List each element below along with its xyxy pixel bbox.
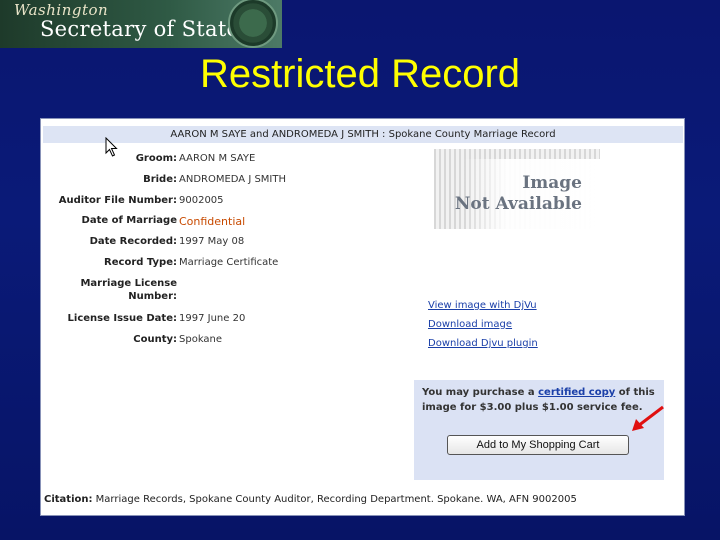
add-to-cart-button[interactable]: Add to My Shopping Cart [447, 435, 629, 455]
purchase-text: You may purchase a certified copy of thi… [422, 385, 660, 415]
red-arrow-icon [632, 405, 664, 431]
purchase-text-before: You may purchase a [422, 387, 539, 398]
sos-banner: Washington Secretary of State [0, 0, 282, 48]
mouse-cursor-icon [105, 137, 118, 157]
image-not-available-placeholder: Image Not Available [434, 149, 600, 229]
field-label: Date of Marriage [81, 215, 177, 226]
field-label: Number: [128, 291, 177, 302]
confidential-value: Confidential [179, 215, 246, 228]
not-available-label: Not Available [454, 194, 582, 214]
field-label: Record Type: [104, 257, 177, 268]
download-image-link[interactable]: Download image [428, 319, 512, 330]
purchase-box: You may purchase a certified copy of thi… [414, 380, 664, 480]
field-label: Date Recorded: [89, 236, 177, 247]
field-value: Spokane [179, 334, 223, 345]
field-value: 1997 May 08 [179, 236, 245, 247]
field-label: County: [133, 334, 177, 345]
page-title: Restricted Record [199, 52, 521, 96]
image-not-available-text: Image Not Available [434, 173, 600, 215]
certified-copy-link[interactable]: certified copy [538, 387, 615, 398]
image-label: Image [522, 173, 582, 193]
citation-text: Marriage Records, Spokane County Auditor… [92, 494, 577, 505]
field-label: License Issue Date: [67, 313, 177, 324]
field-label: Groom: [135, 153, 177, 164]
record-screenshot: AARON M SAYE and ANDROMEDA J SMITH : Spo… [40, 118, 685, 516]
record-header: AARON M SAYE and ANDROMEDA J SMITH : Spo… [43, 126, 683, 143]
citation: Citation: Marriage Records, Spokane Coun… [44, 494, 577, 505]
field-value: ANDROMEDA J SMITH [179, 174, 287, 185]
state-seal-icon [228, 0, 278, 48]
field-label: Auditor File Number: [58, 195, 177, 206]
field-value: AARON M SAYE [179, 153, 256, 164]
field-value: Marriage Certificate [179, 257, 279, 268]
field-label: Marriage License [80, 278, 177, 289]
view-image-link[interactable]: View image with DjVu [428, 300, 537, 311]
field-value: 1997 June 20 [179, 313, 246, 324]
citation-label: Citation: [44, 494, 93, 505]
field-label: Bride: [143, 174, 177, 185]
banner-office: Secretary of State [40, 17, 240, 41]
field-value: 9002005 [179, 195, 224, 206]
download-plugin-link[interactable]: Download Djvu plugin [428, 338, 538, 349]
